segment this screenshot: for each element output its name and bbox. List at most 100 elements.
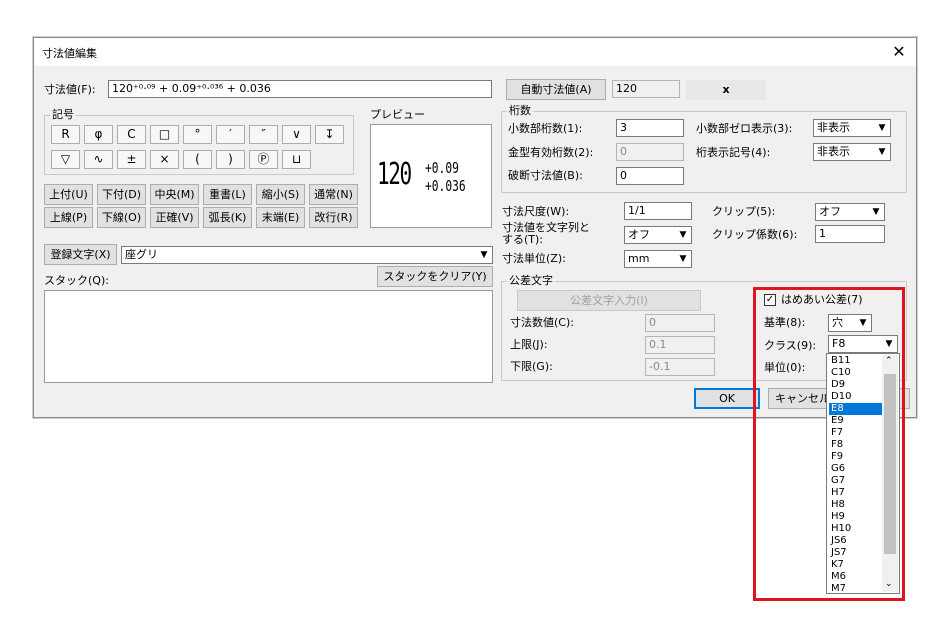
digit-separator-select[interactable]: 非表示 ▼ bbox=[813, 143, 891, 161]
decimal-digits-input[interactable]: 3 bbox=[616, 119, 684, 137]
symbol-depth-button[interactable]: ↧ bbox=[315, 125, 344, 144]
list-item[interactable]: M6 bbox=[829, 571, 882, 583]
list-item[interactable]: JS6 bbox=[829, 535, 882, 547]
symbol-p-circle-button[interactable]: Ⓟ bbox=[249, 150, 278, 169]
fit-class-select[interactable]: F8 ▼ bbox=[828, 335, 898, 353]
symbol-rparen-button[interactable]: ) bbox=[216, 150, 245, 169]
list-item-selected[interactable]: E8 bbox=[829, 403, 882, 415]
dimension-unit-value: mm bbox=[628, 252, 650, 265]
fit-class-value: F8 bbox=[832, 337, 846, 350]
as-string-label-2: する(T): bbox=[502, 233, 544, 246]
shrink-button[interactable]: 縮小(S) bbox=[256, 184, 305, 205]
preview-lower-tolerance: +0.036 bbox=[425, 177, 466, 195]
list-item[interactable]: E9 bbox=[829, 415, 882, 427]
list-item[interactable]: H9 bbox=[829, 511, 882, 523]
clip-factor-label: クリップ係数(6): bbox=[712, 228, 798, 241]
list-item[interactable]: D9 bbox=[829, 379, 882, 391]
chevron-down-icon: ▼ bbox=[679, 230, 687, 240]
list-item[interactable]: D10 bbox=[829, 391, 882, 403]
clip-factor-input[interactable]: 1 bbox=[815, 225, 885, 243]
symbol-second-button[interactable]: ″ bbox=[249, 125, 278, 144]
dimension-unit-label: 寸法単位(Z): bbox=[502, 252, 566, 265]
subscript-button[interactable]: 下付(D) bbox=[97, 184, 146, 205]
mold-digits-input: 0 bbox=[616, 143, 684, 161]
normal-button[interactable]: 通常(N) bbox=[309, 184, 358, 205]
list-item[interactable]: F9 bbox=[829, 451, 882, 463]
chevron-down-icon: ▼ bbox=[885, 339, 893, 349]
fit-base-select[interactable]: 穴 ▼ bbox=[828, 314, 872, 332]
digits-group-title: 桁数 bbox=[507, 104, 533, 117]
fit-class-dropdown-list[interactable]: B11 C10 D9 D10 E8 E9 F7 F8 F9 G6 G7 H7 H… bbox=[826, 353, 900, 594]
overwrite-button[interactable]: 重書(L) bbox=[203, 184, 252, 205]
fit-tolerance-checkbox[interactable]: ✓ bbox=[764, 294, 776, 306]
symbol-countersink-button[interactable]: ∨ bbox=[282, 125, 311, 144]
center-button[interactable]: 中央(M) bbox=[150, 184, 199, 205]
symbols-group-title: 記号 bbox=[50, 108, 76, 121]
auto-dimension-button[interactable]: 自動寸法値(A) bbox=[506, 79, 606, 100]
as-string-select[interactable]: オフ ▼ bbox=[624, 226, 692, 244]
stack-label: スタック(Q): bbox=[44, 274, 109, 287]
register-text-select[interactable]: 座グリ ▼ bbox=[121, 246, 493, 264]
fit-class-label: クラス(9): bbox=[764, 339, 817, 352]
dimension-value-input[interactable]: 120⁺⁰·⁰⁹ + 0.09⁺⁰·⁰³⁶ + 0.036 bbox=[108, 80, 492, 98]
symbol-triangle-button[interactable]: ▽ bbox=[51, 150, 80, 169]
register-text-button[interactable]: 登録文字(X) bbox=[44, 244, 117, 265]
clip-label: クリップ(5): bbox=[712, 205, 776, 218]
list-item[interactable]: M7 bbox=[829, 583, 882, 595]
overline-button[interactable]: 上線(P) bbox=[44, 207, 93, 228]
as-string-value: オフ bbox=[628, 228, 650, 241]
symbol-degree-button[interactable]: ° bbox=[183, 125, 212, 144]
symbol-wave-button[interactable]: ∿ bbox=[84, 150, 113, 169]
superscript-button[interactable]: 上付(U) bbox=[44, 184, 93, 205]
list-item[interactable]: JS7 bbox=[829, 547, 882, 559]
ok-button[interactable]: OK bbox=[694, 388, 760, 409]
lower-limit-input: -0.1 bbox=[645, 358, 715, 376]
list-item[interactable]: H10 bbox=[829, 523, 882, 535]
clip-value: オフ bbox=[819, 205, 841, 218]
list-item[interactable]: F7 bbox=[829, 427, 882, 439]
symbol-counterbore-button[interactable]: ⊔ bbox=[282, 150, 311, 169]
chevron-down-icon: ▼ bbox=[878, 123, 886, 133]
break-value-label: 破断寸法値(B): bbox=[508, 169, 583, 182]
arc-length-button[interactable]: 弧長(K) bbox=[203, 207, 252, 228]
list-item[interactable]: G7 bbox=[829, 475, 882, 487]
scrollbar-thumb[interactable] bbox=[884, 374, 896, 554]
newline-button[interactable]: 改行(R) bbox=[309, 207, 358, 228]
cancel-button[interactable]: キャンセル bbox=[768, 388, 834, 409]
symbol-c-button[interactable]: C bbox=[117, 125, 146, 144]
x-value-field: x bbox=[686, 80, 766, 100]
symbol-times-button[interactable]: × bbox=[150, 150, 179, 169]
clear-stack-button[interactable]: スタックをクリア(Y) bbox=[377, 266, 493, 287]
chevron-up-icon[interactable]: ⌃ bbox=[885, 356, 893, 366]
list-item[interactable]: F8 bbox=[829, 439, 882, 451]
stack-textarea[interactable] bbox=[44, 290, 493, 383]
dimension-scale-input[interactable]: 1/1 bbox=[624, 202, 692, 220]
symbol-r-button[interactable]: R bbox=[51, 125, 80, 144]
decimal-zero-select[interactable]: 非表示 ▼ bbox=[813, 119, 891, 137]
register-text-value: 座グリ bbox=[125, 248, 158, 261]
close-icon[interactable]: ✕ bbox=[888, 41, 910, 63]
list-item[interactable]: C10 bbox=[829, 367, 882, 379]
list-item[interactable]: H7 bbox=[829, 487, 882, 499]
symbol-minute-button[interactable]: ′ bbox=[216, 125, 245, 144]
break-value-input[interactable]: 0 bbox=[616, 167, 684, 185]
dimension-unit-select[interactable]: mm ▼ bbox=[624, 250, 692, 268]
symbol-lparen-button[interactable]: ( bbox=[183, 150, 212, 169]
list-item[interactable]: H8 bbox=[829, 499, 882, 511]
end-button[interactable]: 末端(E) bbox=[256, 207, 305, 228]
chevron-down-icon: ▼ bbox=[878, 147, 886, 157]
preview-box: 120 +0.09 +0.036 bbox=[370, 124, 492, 228]
chevron-down-icon[interactable]: ⌄ bbox=[885, 579, 893, 589]
underline-button[interactable]: 下線(O) bbox=[97, 207, 146, 228]
clip-select[interactable]: オフ ▼ bbox=[815, 203, 885, 221]
mold-digits-label: 金型有効桁数(2): bbox=[508, 146, 594, 159]
symbol-square-button[interactable]: □ bbox=[150, 125, 179, 144]
upper-limit-label: 上限(J): bbox=[510, 338, 548, 351]
list-item[interactable]: K7 bbox=[829, 559, 882, 571]
symbol-phi-button[interactable]: φ bbox=[84, 125, 113, 144]
symbol-plusminus-button[interactable]: ± bbox=[117, 150, 146, 169]
list-item[interactable]: B11 bbox=[829, 355, 882, 367]
chevron-down-icon: ▼ bbox=[872, 207, 880, 217]
list-item[interactable]: G6 bbox=[829, 463, 882, 475]
exact-button[interactable]: 正確(V) bbox=[150, 207, 199, 228]
